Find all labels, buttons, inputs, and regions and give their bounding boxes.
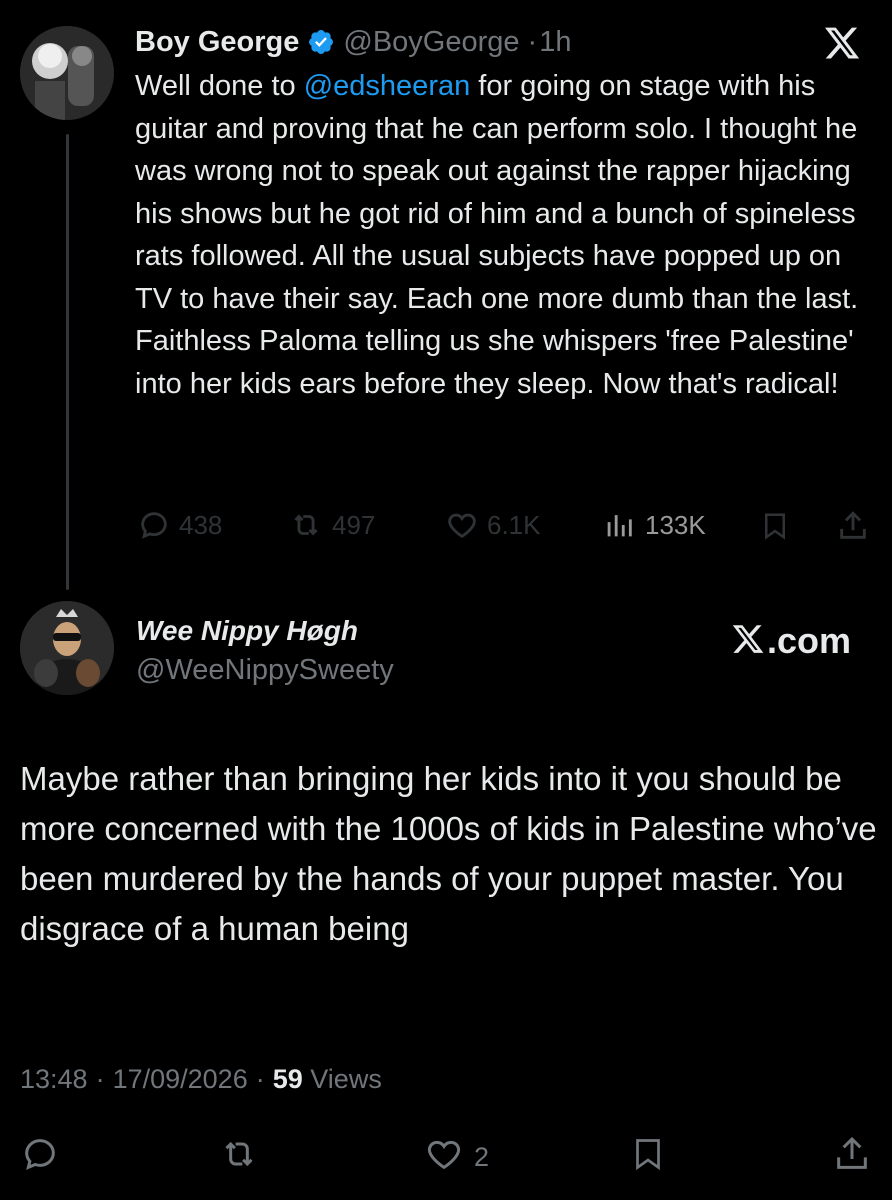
repost-count: 497: [332, 509, 376, 540]
tweet-date[interactable]: 17/09/2026: [113, 1064, 248, 1095]
share-icon: [832, 1134, 872, 1181]
x-logo-icon[interactable]: [823, 24, 861, 67]
like-action[interactable]: 6.1K: [445, 508, 541, 542]
separator: ·: [95, 1064, 105, 1094]
views-meta[interactable]: 59 Views: [273, 1064, 382, 1095]
reply-author-handle[interactable]: @WeeNippySweety: [136, 654, 394, 687]
like-action[interactable]: 2: [424, 1134, 489, 1181]
reply-icon: [137, 508, 171, 542]
views-icon: [601, 508, 637, 542]
bookmark-icon[interactable]: [760, 509, 790, 548]
repost-action[interactable]: [218, 1134, 260, 1181]
repost-icon: [288, 508, 324, 542]
xcom-brand: .com: [731, 620, 851, 662]
verified-badge-icon: [307, 28, 335, 56]
like-count: 6.1K: [487, 509, 541, 540]
author-name[interactable]: Boy George: [135, 26, 299, 59]
like-icon: [424, 1134, 464, 1181]
repost-action[interactable]: 497: [288, 508, 375, 542]
bookmark-icon: [630, 1134, 666, 1181]
share-icon[interactable]: [836, 509, 870, 548]
separator: ·: [255, 1064, 265, 1094]
wee-nippy-avatar[interactable]: [20, 601, 114, 695]
post-time[interactable]: 1h: [539, 26, 571, 59]
reply-tweet-text: Maybe rather than bringing her kids into…: [20, 760, 877, 947]
mention-link[interactable]: @edsheeran: [304, 70, 471, 102]
x-logo-icon: [731, 622, 765, 661]
brand-text: .com: [767, 620, 852, 661]
reply-action[interactable]: [20, 1134, 60, 1181]
boy-george-avatar[interactable]: [20, 26, 114, 120]
like-icon: [445, 508, 479, 542]
reply-icon: [20, 1134, 60, 1181]
thread-line: [66, 134, 69, 590]
tweet-time[interactable]: 13:48: [20, 1064, 88, 1095]
repost-icon: [218, 1134, 260, 1181]
quoted-tweet-header: Boy George @BoyGeorge · 1h: [135, 22, 571, 62]
quoted-tweet-text: Well done to @edsheeran for going on sta…: [135, 70, 867, 400]
bookmark-action[interactable]: [630, 1134, 666, 1181]
separator: ·: [527, 25, 538, 58]
author-handle[interactable]: @BoyGeorge: [343, 26, 519, 59]
views-action[interactable]: 133K: [601, 508, 706, 542]
reply-author-name[interactable]: Wee Nippy Høgh: [136, 615, 358, 647]
share-action[interactable]: [832, 1134, 872, 1181]
views-count: 133K: [645, 509, 706, 540]
reply-action[interactable]: 438: [137, 508, 222, 542]
tweet-meta: 13:48 · 17/09/2026 · 59 Views: [20, 1064, 382, 1095]
reply-count: 438: [179, 509, 223, 540]
like-count: 2: [474, 1142, 490, 1172]
